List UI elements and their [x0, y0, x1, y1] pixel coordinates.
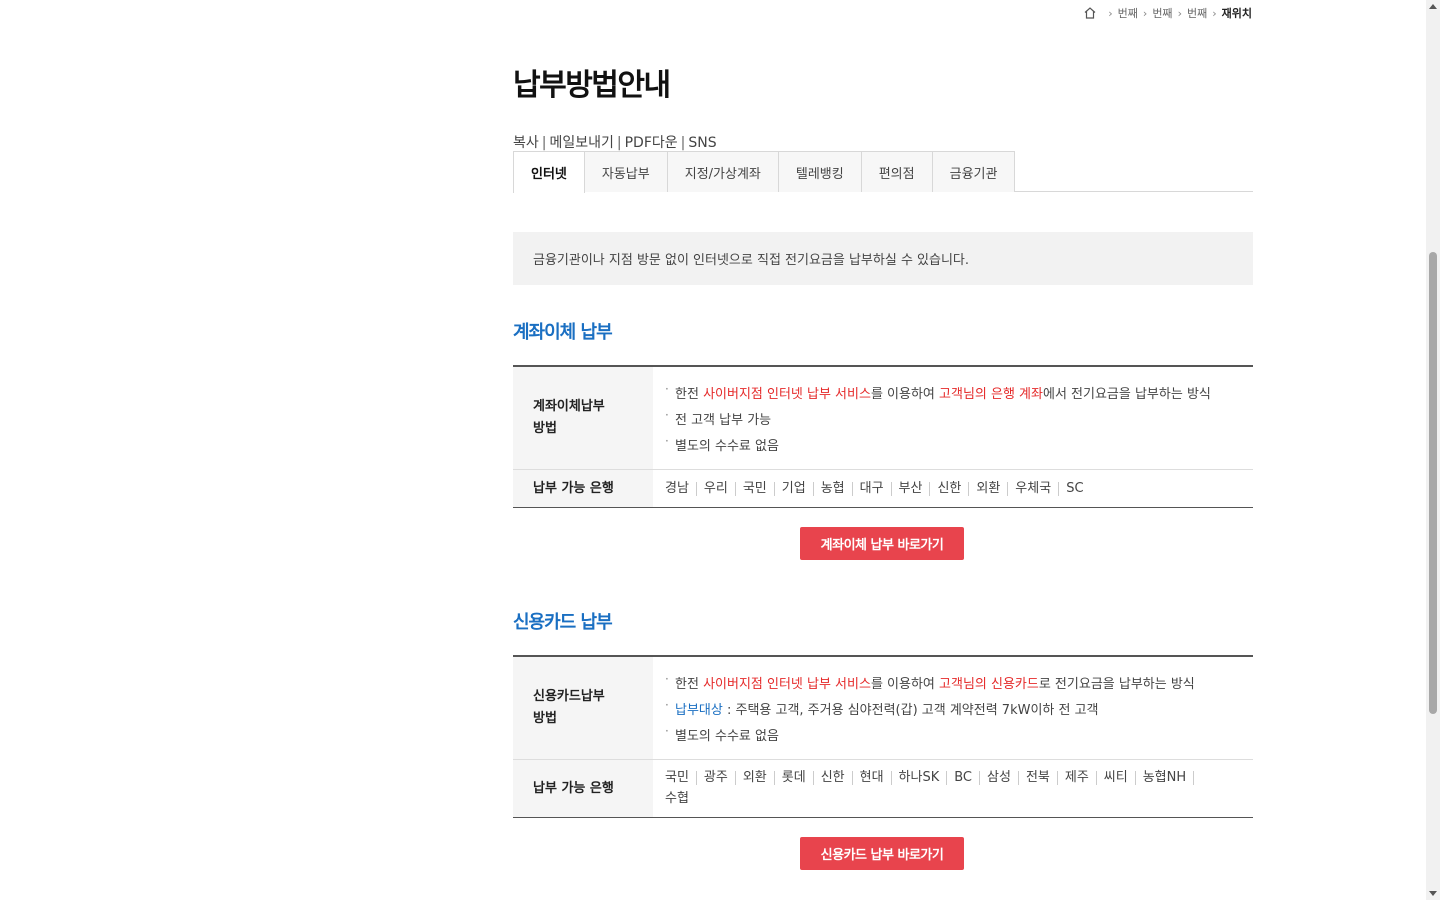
table-row: 신용카드납부 방법 한전 사이버지점 인터넷 납부 서비스를 이용하여 고객님의…	[513, 657, 1253, 760]
bank-item: 외환	[976, 482, 1009, 496]
bank-item: 롯데	[782, 771, 814, 785]
bank-list: 국민 광주 외환 롯데 신한 현대 하나SK BC 삼성 전북 제주 씨티 농협NH 수협	[665, 767, 1203, 809]
page-title: 납부방법안내	[513, 68, 671, 103]
text-segment: : 주택용 고객, 주거용 심야전력(갑) 고객 계약전력 7kW이하 전 고객	[722, 703, 1099, 718]
scroll-thumb[interactable]	[1429, 252, 1437, 714]
account-info-table: 계좌이체납부 방법 한전 사이버지점 인터넷 납부 서비스를 이용하여 고객님의…	[513, 365, 1253, 508]
bank-item: 농협NH	[1143, 771, 1195, 785]
method-description: 한전 사이버지점 인터넷 납부 서비스를 이용하여 고객님의 은행 계좌에서 전…	[653, 367, 1253, 469]
divider: |	[680, 135, 686, 151]
intro-text: 금융기관이나 지점 방문 없이 인터넷으로 직접 전기요금을 납부하실 수 있습…	[533, 253, 970, 268]
tab-financial-institution[interactable]: 금융기관	[932, 151, 1016, 192]
tab-telebanking[interactable]: 텔레뱅킹	[778, 151, 862, 192]
section-title-card: 신용카드 납부	[513, 612, 613, 633]
row-header-method: 신용카드납부 방법	[513, 657, 653, 759]
breadcrumb-item[interactable]: 번째	[1187, 5, 1207, 21]
bank-item: 현대	[860, 771, 892, 785]
row-header-method: 계좌이체납부 방법	[513, 367, 653, 469]
text-segment: 에서 전기요금을 납부하는 방식	[1042, 387, 1211, 402]
pdf-download-link[interactable]: PDF다운	[625, 135, 678, 151]
row-header-line: 계좌이체납부	[533, 399, 605, 414]
method-line: 별도의 수수료 없음	[665, 428, 1241, 460]
copy-link[interactable]: 복사	[513, 135, 539, 151]
highlight-text: 고객님의 은행 계좌	[939, 387, 1043, 402]
tab-convenience-store[interactable]: 편의점	[861, 151, 933, 192]
bank-cell: 국민 광주 외환 롯데 신한 현대 하나SK BC 삼성 전북 제주 씨티 농협NH 수협	[653, 760, 1253, 817]
bank-item: 하나SK	[899, 771, 948, 785]
intro-box: 금융기관이나 지점 방문 없이 인터넷으로 직접 전기요금을 납부하실 수 있습…	[513, 232, 1253, 285]
bank-item: 대구	[860, 482, 892, 496]
breadcrumb-item[interactable]: 번째	[1152, 5, 1172, 21]
card-payment-button[interactable]: 신용카드 납부 바로가기	[800, 837, 964, 870]
scrollbar[interactable]	[1426, 0, 1440, 900]
bank-item: 농협	[821, 482, 853, 496]
text-segment: 한전	[675, 387, 704, 402]
bank-item: 우리	[704, 482, 736, 496]
bank-item: 제주	[1065, 771, 1097, 785]
bank-item: 국민	[665, 771, 697, 785]
bank-item: 삼성	[987, 771, 1019, 785]
divider: |	[616, 135, 622, 151]
bank-item: 신한	[937, 482, 970, 496]
tab-auto-payment[interactable]: 자동납부	[584, 151, 668, 192]
method-line: 별도의 수수료 없음	[665, 718, 1241, 750]
highlight-text: 사이버지점 인터넷 납부 서비스	[703, 677, 871, 692]
bank-item: 씨티	[1104, 771, 1136, 785]
bank-item: 우체국	[1015, 482, 1060, 496]
bank-item: SC	[1066, 481, 1084, 496]
bank-cell: 경남 우리 국민 기업 농협 대구 부산 신한 외환 우체국 SC	[653, 470, 1253, 507]
method-line: 한전 사이버지점 인터넷 납부 서비스를 이용하여 고객님의 은행 계좌에서 전…	[665, 376, 1241, 408]
home-icon[interactable]	[1083, 6, 1097, 20]
highlight-text: 사이버지점 인터넷 납부 서비스	[703, 387, 871, 402]
text-segment: 를 이용하여	[870, 677, 940, 692]
bank-list: 경남 우리 국민 기업 농협 대구 부산 신한 외환 우체국 SC	[665, 478, 1241, 499]
text-segment: 한전	[675, 677, 704, 692]
card-info-table: 신용카드납부 방법 한전 사이버지점 인터넷 납부 서비스를 이용하여 고객님의…	[513, 655, 1253, 818]
method-line: 전 고객 납부 가능	[665, 402, 1241, 434]
section-title-account: 계좌이체 납부	[513, 322, 613, 343]
divider: |	[541, 135, 547, 151]
breadcrumb: › 번째 › 번째 › 번째 › 재위치	[1083, 5, 1252, 21]
row-header-line: 방법	[533, 711, 557, 726]
row-header-line: 방법	[533, 421, 557, 436]
table-row: 계좌이체납부 방법 한전 사이버지점 인터넷 납부 서비스를 이용하여 고객님의…	[513, 367, 1253, 470]
chevron-right-icon: ›	[1142, 6, 1148, 20]
highlight-text: 고객님의 신용카드	[939, 677, 1039, 692]
account-payment-button[interactable]: 계좌이체 납부 바로가기	[800, 527, 964, 560]
table-row: 납부 가능 은행 국민 광주 외환 롯데 신한 현대 하나SK BC 삼성 전북 제주 씨티 농협NH 수…	[513, 760, 1253, 817]
chevron-right-icon: ›	[1177, 6, 1182, 20]
row-header-banks: 납부 가능 은행	[513, 760, 653, 817]
bank-item: 국민	[743, 482, 775, 496]
utility-links: 복사 | 메일보내기 | PDF다운 | SNS	[513, 132, 717, 152]
scroll-up-arrow-icon[interactable]	[1429, 4, 1437, 9]
method-description: 한전 사이버지점 인터넷 납부 서비스를 이용하여 고객님의 신용카드로 전기요…	[653, 657, 1253, 759]
method-line: 한전 사이버지점 인터넷 납부 서비스를 이용하여 고객님의 신용카드로 전기요…	[665, 666, 1241, 698]
bank-item: 광주	[704, 771, 736, 785]
bank-item: 신한	[821, 771, 853, 785]
table-row: 납부 가능 은행 경남 우리 국민 기업 농협 대구 부산 신한 외환 우체국 SC	[513, 470, 1253, 507]
tab-bar: 인터넷 자동납부 지정/가상계좌 텔레뱅킹 편의점 금융기관	[513, 151, 1253, 193]
breadcrumb-item[interactable]: 번째	[1118, 5, 1138, 21]
method-line: 납부대상 : 주택용 고객, 주거용 심야전력(갑) 고객 계약전력 7kW이하…	[665, 692, 1241, 724]
highlight-text: 납부대상	[675, 703, 723, 718]
chevron-right-icon: ›	[1212, 6, 1217, 20]
row-header-banks: 납부 가능 은행	[513, 470, 653, 507]
bank-item: 외환	[743, 771, 775, 785]
text-segment: 로 전기요금을 납부하는 방식	[1038, 677, 1195, 692]
bank-item: 기업	[782, 482, 814, 496]
chevron-right-icon: ›	[1108, 6, 1113, 20]
tab-internet[interactable]: 인터넷	[513, 151, 585, 193]
bank-item: 수협	[665, 791, 689, 806]
breadcrumb-current: 재위치	[1221, 7, 1252, 20]
row-header-line: 신용카드납부	[533, 689, 605, 704]
bank-item: 전북	[1026, 771, 1058, 785]
bank-item: BC	[954, 771, 981, 785]
scroll-down-arrow-icon[interactable]	[1429, 891, 1437, 896]
bank-item: 경남	[665, 482, 697, 496]
email-link[interactable]: 메일보내기	[549, 135, 613, 151]
sns-link[interactable]: SNS	[688, 135, 716, 151]
bank-item: 부산	[899, 482, 931, 496]
tab-virtual-account[interactable]: 지정/가상계좌	[667, 151, 779, 192]
text-segment: 를 이용하여	[870, 387, 940, 402]
